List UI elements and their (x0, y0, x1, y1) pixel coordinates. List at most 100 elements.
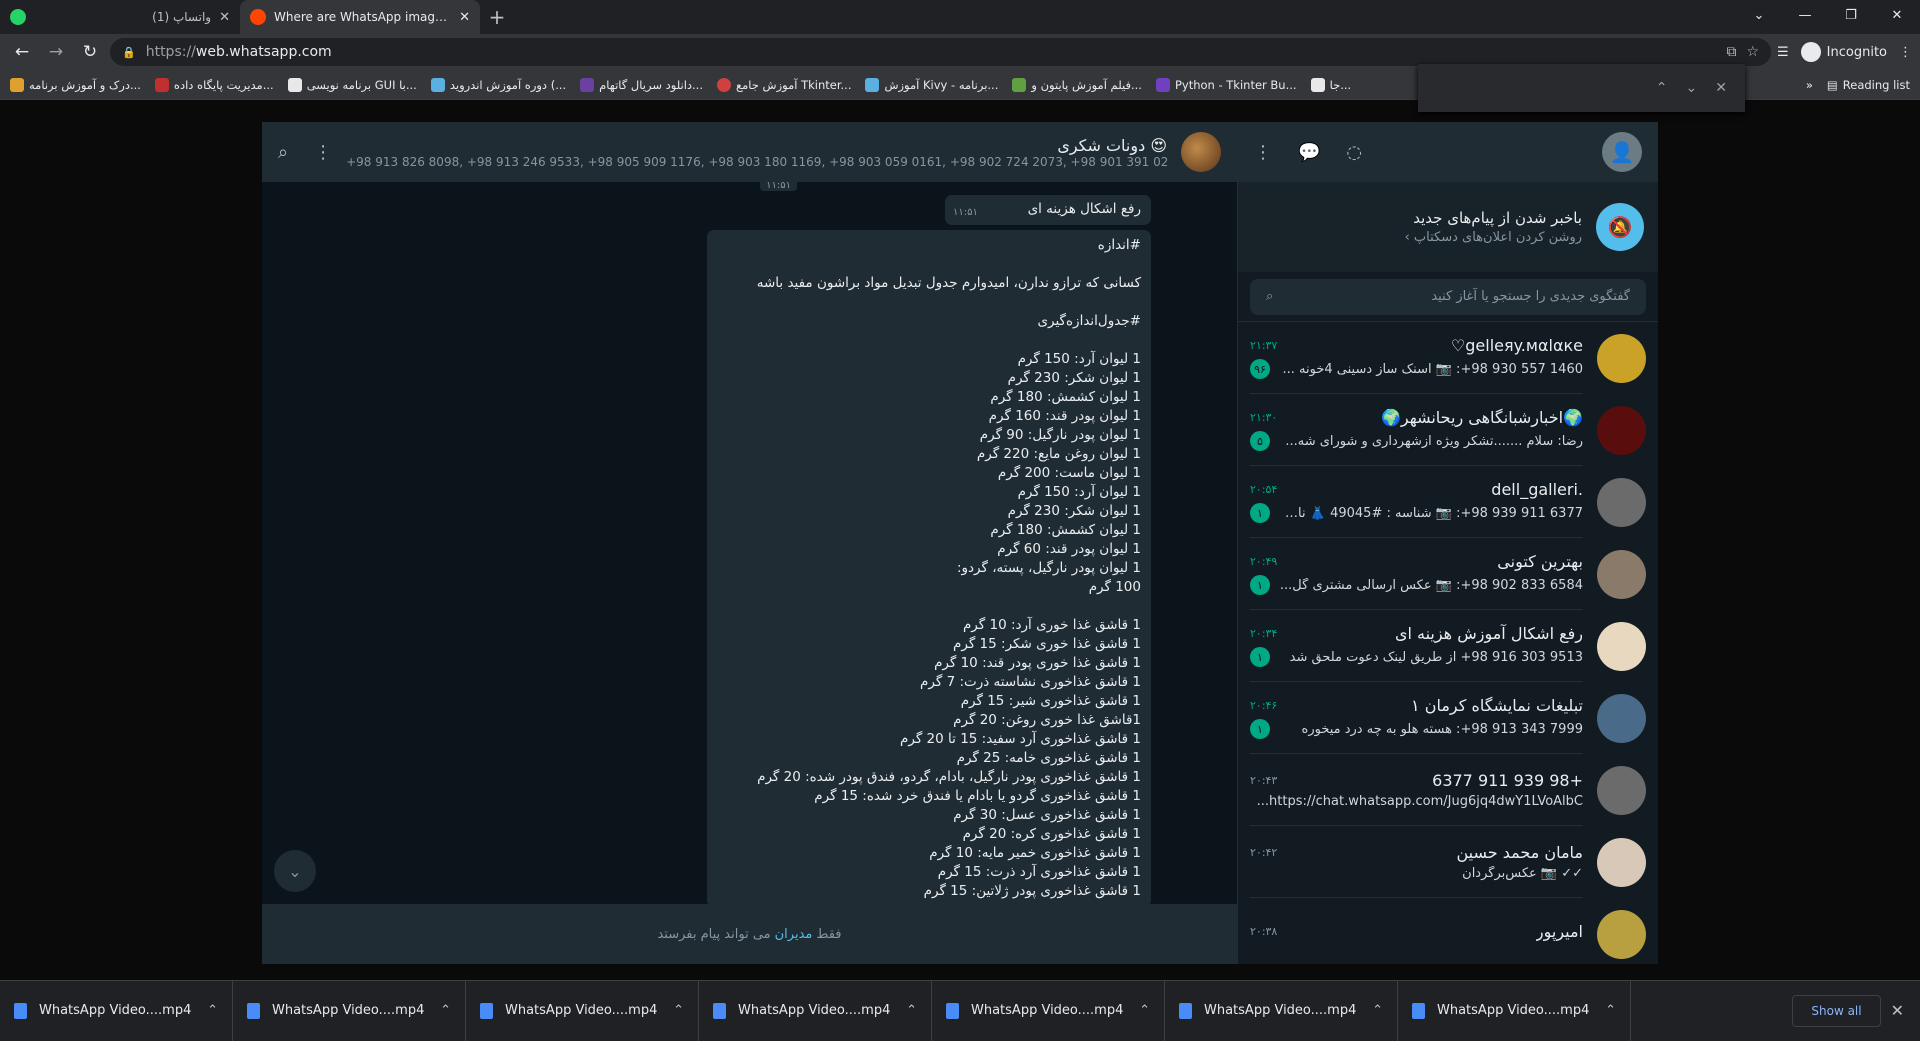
chat-list-item[interactable]: gelleяy.мαlαкe♡ ۲۱:۳۷ ‎+98 930 557 1460: … (1238, 322, 1658, 394)
chevron-up-icon[interactable]: ⌃ (673, 1003, 684, 1018)
chevron-down-icon: ⌄ (288, 861, 302, 881)
chevron-up-icon[interactable]: ⌃ (1139, 1003, 1150, 1018)
chat-time: ۲۰:۴۳ (1250, 773, 1278, 787)
message-bubble[interactable]: #اندازه کسانی که ترازو ندارن، امیدوارم ج… (707, 230, 1151, 904)
status-icon[interactable]: ◌ (1346, 142, 1362, 163)
new-chat-icon[interactable]: 💬 (1298, 142, 1320, 163)
chat-preview: ‎+98 902 833 6584: 📷 عکس ارسالی مشتری گل… (1279, 577, 1583, 593)
bookmark-favicon-icon (716, 77, 731, 92)
chat-item-body: +98 939 911 6377 ۲۰:۴۳ https://chat.whats… (1250, 754, 1583, 826)
download-item[interactable]: WhatsApp Video....mp4 ⌃ (0, 980, 233, 1041)
chat-item-body: مامان محمد حسین ۲۰:۴۲ ✓✓ 📷 عکس‌برگردان (1250, 826, 1583, 898)
chat-preview: ‎+98 916 303 9513 از طریق لینک دعوت ملحق… (1289, 649, 1583, 665)
group-info[interactable]: دونات شکری 😍 +98 913 826 8098, +98 913 2… (346, 136, 1167, 169)
file-icon (1179, 1002, 1192, 1019)
bookmark-item[interactable]: دانلود سریال گاتهام... (580, 77, 703, 92)
browser-tab-reddit[interactable]: Where are WhatsApp images and ✕ (240, 0, 480, 34)
download-item[interactable]: WhatsApp Video....mp4 ⌃ (699, 980, 932, 1041)
chat-name: .dell_galleri (1491, 480, 1583, 499)
bookmark-item[interactable]: آموزش جامع Tkinter... (716, 77, 851, 92)
more-bookmarks-button[interactable]: » (1806, 78, 1813, 92)
notification-banner[interactable]: 🔕 باخبر شدن از پیام‌های جدید روشن کردن ا… (1238, 182, 1658, 272)
restore-button[interactable]: ❐ (1828, 0, 1874, 30)
message-time: ۱۱:۵۱ (760, 182, 797, 191)
close-tab-icon[interactable]: ✕ (459, 10, 470, 25)
reload-button[interactable]: ↻ (76, 38, 104, 66)
incognito-indicator[interactable]: Incognito (1800, 42, 1887, 62)
incognito-icon (1800, 42, 1821, 62)
address-bar[interactable]: 🔒 https://web.whatsapp.com ⧉ ☆ (110, 38, 1772, 66)
close-icon[interactable]: ✕ (1715, 80, 1727, 96)
new-tab-button[interactable]: + (480, 0, 514, 34)
tab-search-icon[interactable]: ⌄ (1736, 0, 1782, 30)
scroll-down-button[interactable]: ⌄ (274, 850, 316, 892)
reading-list-button[interactable]: ▤ Reading list (1827, 78, 1910, 92)
menu-kebab-icon[interactable]: ⋮ (1254, 142, 1272, 163)
chat-list-item[interactable]: مامان محمد حسین ۲۰:۴۲ ✓✓ 📷 عکس‌برگردان (1238, 826, 1658, 898)
admins-link[interactable]: مدیران (775, 927, 813, 942)
bookmark-item[interactable]: Python - Tkinter Bu... (1155, 77, 1297, 92)
chat-list-item[interactable]: رفع اشکال آموزش هزینه ای ۲۰:۳۴ ‎+98 916 3… (1238, 610, 1658, 682)
tab-title: Where are WhatsApp images and (274, 10, 451, 24)
bookmark-item[interactable]: جا... (1310, 77, 1351, 92)
file-icon (14, 1002, 27, 1019)
install-app-icon[interactable]: ⧉ (1726, 44, 1736, 60)
chevron-up-icon[interactable]: ⌃ (1656, 80, 1668, 96)
browser-tab-whatsapp[interactable]: (1) واتساپ ✕ (0, 0, 240, 34)
chat-name: بهترین کتونی (1497, 552, 1583, 571)
chevron-down-icon[interactable]: ⌄ (1686, 80, 1698, 96)
message-text: رفع اشکال هزینه ای (1027, 201, 1141, 217)
chat-name: مامان محمد حسین (1456, 842, 1583, 862)
search-icon[interactable]: ⌕ (278, 142, 288, 163)
bookmark-item[interactable]: برنامه نویسی GUI با... (287, 77, 417, 92)
chevron-up-icon[interactable]: ⌃ (207, 1003, 218, 1018)
close-icon[interactable]: ✕ (1891, 1001, 1904, 1020)
download-item[interactable]: WhatsApp Video....mp4 ⌃ (1398, 980, 1631, 1041)
show-all-button[interactable]: Show all (1792, 994, 1881, 1027)
chat-list[interactable]: gelleяy.мαlαкe♡ ۲۱:۳۷ ‎+98 930 557 1460: … (1238, 322, 1658, 964)
download-item[interactable]: WhatsApp Video....mp4 ⌃ (1165, 980, 1398, 1041)
reading-list-toolbar-icon[interactable]: ☰ (1777, 45, 1789, 60)
search-input[interactable]: ⌕ گفتگوی جدیدی را جستجو یا آغاز کنید (1250, 278, 1646, 315)
bookmark-item[interactable]: آموزش Kivy - برنامه... (865, 77, 998, 92)
chat-list-item[interactable]: 🌍اخبارشبانگاهی ریحانشهر🌍 ۲۱:۳۰ رضا: سلام … (1238, 394, 1658, 466)
chat-list-item[interactable]: بهترین کتونی ۲۰:۴۹ ‎+98 902 833 6584: 📷 ع… (1238, 538, 1658, 610)
chevron-up-icon[interactable]: ⌃ (440, 1003, 451, 1018)
url-host: web.whatsapp.com (195, 44, 332, 60)
bookmark-favicon-icon (865, 77, 880, 92)
minimize-button[interactable]: — (1782, 0, 1828, 30)
forward-button[interactable]: → (42, 38, 70, 66)
bookmark-star-icon[interactable]: ☆ (1746, 44, 1759, 60)
download-item[interactable]: WhatsApp Video....mp4 ⌃ (932, 980, 1165, 1041)
download-filename: WhatsApp Video....mp4 (505, 1003, 658, 1018)
chat-list-item[interactable]: تبلیغات نمایشگاه کرمان ۱ ۲۰:۴۶ ‎+98 913 3… (1238, 682, 1658, 754)
bookmark-item[interactable]: مدیریت پایگاه داده... (154, 77, 274, 92)
bookmark-item[interactable]: فیلم آموزش پایتون و... (1012, 77, 1142, 92)
bookmark-item[interactable]: دوره آموزش اندروید (... (430, 77, 566, 92)
find-bar: ⌃ ⌄ ✕ (1418, 64, 1745, 112)
chat-list-item[interactable]: .dell_galleri ۲۰:۵۴ ‎+98 939 911 6377: 📷 … (1238, 466, 1658, 538)
message-list[interactable]: ۱۱:۵۱ رفع اشکال هزینه ای ۱۱:۵۱ #اندازه ک… (262, 182, 1237, 904)
message-time: ۱۱:۵۱ (953, 207, 978, 218)
back-button[interactable]: ← (8, 38, 36, 66)
download-item[interactable]: WhatsApp Video....mp4 ⌃ (233, 980, 466, 1041)
chat-list-item[interactable]: +98 939 911 6377 ۲۰:۴۳ https://chat.whats… (1238, 754, 1658, 826)
group-avatar[interactable] (1181, 132, 1221, 172)
chat-list-item[interactable]: امیرپور ۲۰:۳۸ (1238, 898, 1658, 964)
chat-avatar (1597, 405, 1646, 455)
chevron-up-icon[interactable]: ⌃ (906, 1003, 917, 1018)
download-item[interactable]: WhatsApp Video....mp4 ⌃ (466, 980, 699, 1041)
whatsapp-favicon-icon (10, 9, 26, 25)
message-bubble[interactable]: رفع اشکال هزینه ای ۱۱:۵۱ (945, 195, 1151, 225)
menu-kebab-icon[interactable]: ⋮ (1899, 45, 1912, 60)
profile-avatar[interactable]: 👤 (1602, 132, 1642, 172)
menu-kebab-icon[interactable]: ⋮ (314, 142, 332, 163)
bookmark-favicon-icon (1310, 77, 1325, 92)
conversation-header[interactable]: دونات شکری 😍 +98 913 826 8098, +98 913 2… (262, 122, 1237, 182)
chevron-up-icon[interactable]: ⌃ (1372, 1003, 1383, 1018)
close-window-button[interactable]: ✕ (1874, 0, 1920, 30)
notification-link[interactable]: روشن کردن اعلان‌های دسکتاپ › (1405, 230, 1582, 245)
chevron-up-icon[interactable]: ⌃ (1605, 1003, 1616, 1018)
close-tab-icon[interactable]: ✕ (219, 10, 230, 25)
bookmark-item[interactable]: درک و آموزش برنامه... (10, 77, 141, 92)
